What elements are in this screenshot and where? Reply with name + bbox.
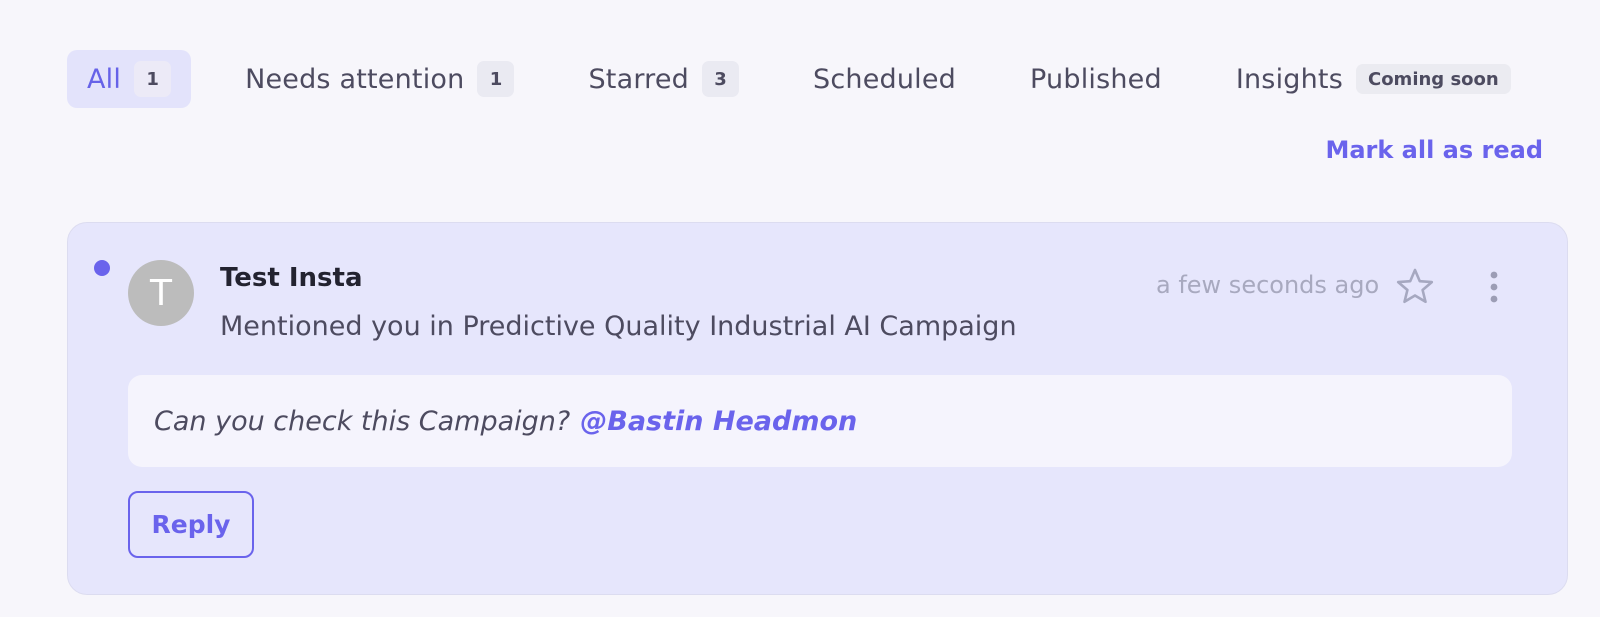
mention-link[interactable]: @Bastin Headmon — [580, 406, 857, 437]
count-badge: 1 — [134, 61, 172, 97]
count-badge: 3 — [702, 61, 740, 97]
tab-label: Published — [1030, 63, 1162, 95]
sender-name: Test Insta — [220, 263, 363, 293]
notification-card[interactable]: T Test Insta Mentioned you in Predictive… — [67, 222, 1568, 595]
tab-all[interactable]: All 1 — [67, 50, 192, 108]
tab-label: Needs attention — [245, 63, 465, 95]
tab-insights[interactable]: Insights Coming soon — [1216, 50, 1531, 108]
reply-button[interactable]: Reply — [128, 491, 254, 558]
tab-scheduled[interactable]: Scheduled — [793, 50, 976, 108]
unread-indicator — [94, 260, 110, 276]
tab-published[interactable]: Published — [1010, 50, 1182, 108]
more-vertical-icon[interactable] — [1479, 267, 1509, 307]
star-icon[interactable] — [1395, 267, 1435, 307]
avatar: T — [128, 260, 194, 326]
timestamp: a few seconds ago — [1156, 271, 1380, 299]
tab-label: Starred — [588, 63, 690, 95]
tab-label: All — [87, 63, 122, 95]
tab-label: Insights — [1235, 63, 1343, 95]
coming-soon-badge: Coming soon — [1355, 64, 1511, 94]
notification-tabs: All 1 Needs attention 1 Starred 3 Schedu… — [67, 50, 1531, 108]
tab-needs-attention[interactable]: Needs attention 1 — [225, 50, 534, 108]
mark-all-read-link[interactable]: Mark all as read — [1325, 136, 1543, 164]
count-badge: 1 — [477, 61, 515, 97]
notification-message: Mentioned you in Predictive Quality Indu… — [220, 311, 1017, 342]
notifications-page: All 1 Needs attention 1 Starred 3 Schedu… — [0, 0, 1600, 617]
tab-label: Scheduled — [813, 63, 957, 95]
tab-starred[interactable]: Starred 3 — [568, 50, 759, 108]
comment-text: Can you check this Campaign? — [154, 405, 571, 437]
comment-preview: Can you check this Campaign? @Bastin Hea… — [128, 375, 1512, 467]
